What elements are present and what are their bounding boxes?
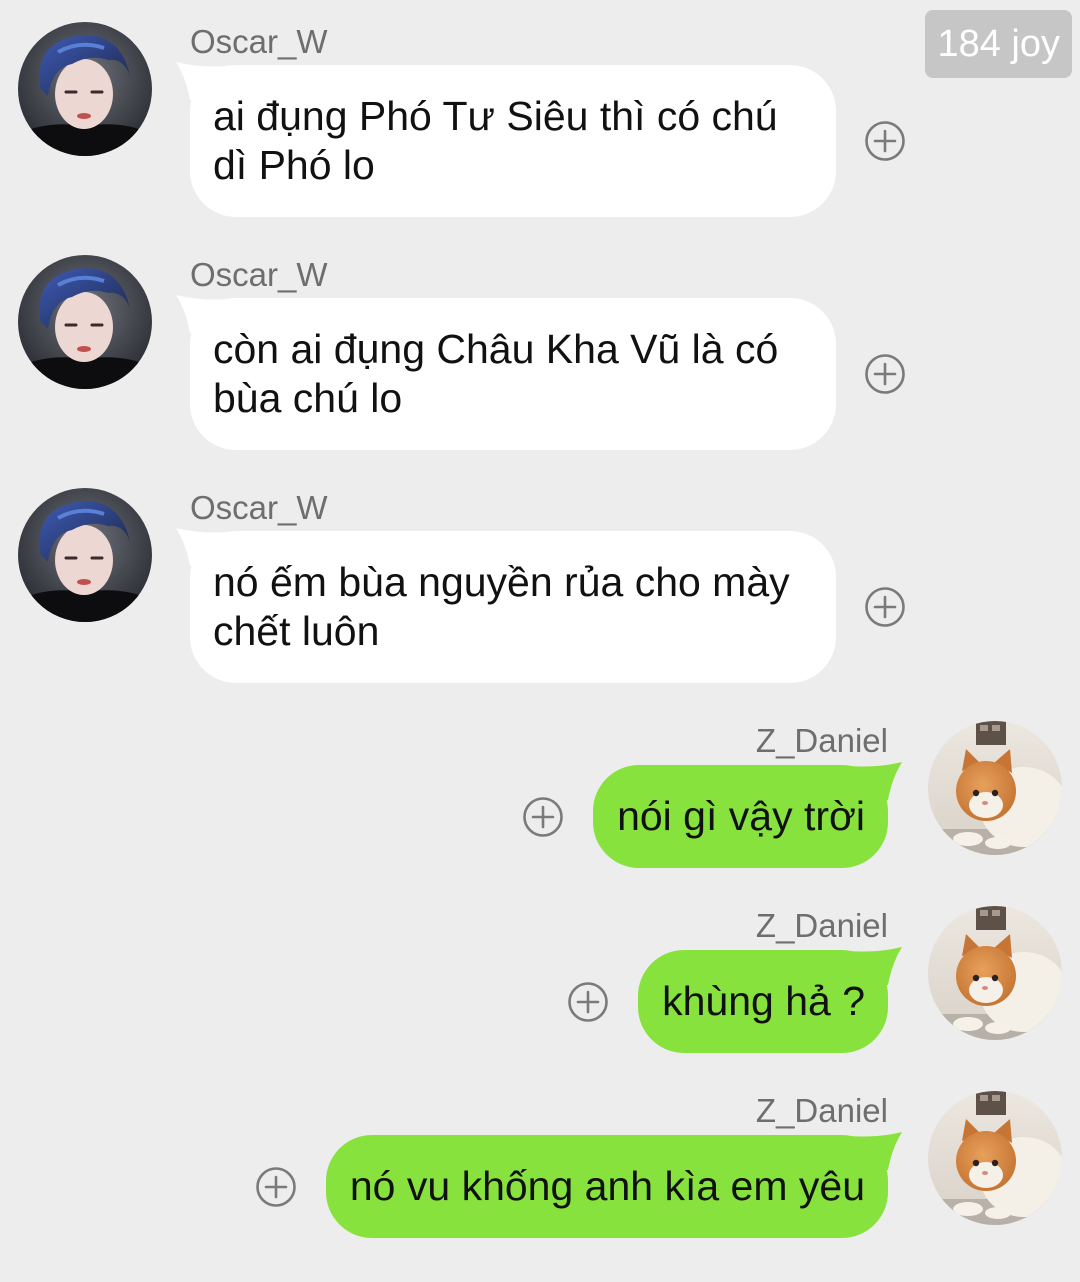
message-text: ai đụng Phó Tư Siêu thì có chú dì Phó lo (213, 93, 778, 188)
message-row: Oscar_W nó ếm bùa nguyền rủa cho mày chế… (0, 488, 1080, 683)
message-row: Oscar_W ai đụng Phó Tư Siêu thì có chú d… (0, 22, 1080, 217)
oscar-w-avatar[interactable] (18, 488, 152, 622)
message-row: Oscar_W còn ai đụng Châu Kha Vũ là có bù… (0, 255, 1080, 450)
add-circle-icon[interactable] (864, 586, 906, 628)
message-text: còn ai đụng Châu Kha Vũ là có bùa chú lo (213, 326, 779, 421)
message-bubble[interactable]: nó vu khống anh kìa em yêu (325, 1132, 902, 1238)
message-line: ai đụng Phó Tư Siêu thì có chú dì Phó lo (176, 62, 1080, 217)
add-circle-icon[interactable] (864, 120, 906, 162)
message-bubble[interactable]: khùng hả ? (638, 947, 902, 1053)
message-text: nói gì vậy trời (617, 793, 865, 839)
sender-name: Z_Daniel (755, 907, 888, 944)
add-circle-icon[interactable] (567, 981, 609, 1023)
message-row: Z_Daniel nó vu khống anh kìa em yêu (0, 1091, 1080, 1238)
add-circle-icon[interactable] (522, 796, 564, 838)
message-line: nói gì vậy trời (0, 762, 902, 868)
joy-points-badge[interactable]: 184 joy (925, 10, 1072, 78)
message-line: khùng hả ? (0, 947, 902, 1053)
message-text: nó vu khống anh kìa em yêu (349, 1163, 865, 1209)
sender-name: Oscar_W (190, 256, 328, 293)
chat-thread: Oscar_W ai đụng Phó Tư Siêu thì có chú d… (0, 0, 1080, 1238)
oscar-w-avatar[interactable] (18, 22, 152, 156)
add-circle-icon[interactable] (864, 353, 906, 395)
z-daniel-cat-avatar[interactable] (928, 906, 1062, 1040)
message-bubble[interactable]: nó ếm bùa nguyền rủa cho mày chết luôn (176, 528, 836, 683)
message-row: Z_Daniel nói gì vậy trời (0, 721, 1080, 868)
sender-name: Z_Daniel (755, 1092, 888, 1129)
message-bubble[interactable]: còn ai đụng Châu Kha Vũ là có bùa chú lo (176, 295, 836, 450)
sender-name: Oscar_W (190, 489, 328, 526)
z-daniel-cat-avatar[interactable] (928, 1091, 1062, 1225)
message-line: nó ếm bùa nguyền rủa cho mày chết luôn (176, 528, 1080, 683)
message-line: còn ai đụng Châu Kha Vũ là có bùa chú lo (176, 295, 1080, 450)
oscar-w-avatar[interactable] (18, 255, 152, 389)
message-text: nó ếm bùa nguyền rủa cho mày chết luôn (213, 559, 790, 654)
z-daniel-cat-avatar[interactable] (928, 721, 1062, 855)
message-bubble[interactable]: nói gì vậy trời (593, 762, 902, 868)
message-bubble[interactable]: ai đụng Phó Tư Siêu thì có chú dì Phó lo (176, 62, 836, 217)
message-row: Z_Daniel khùng hả ? (0, 906, 1080, 1053)
sender-name: Z_Daniel (755, 722, 888, 759)
message-text: khùng hả ? (662, 978, 865, 1024)
message-line: nó vu khống anh kìa em yêu (0, 1132, 902, 1238)
add-circle-icon[interactable] (255, 1166, 297, 1208)
